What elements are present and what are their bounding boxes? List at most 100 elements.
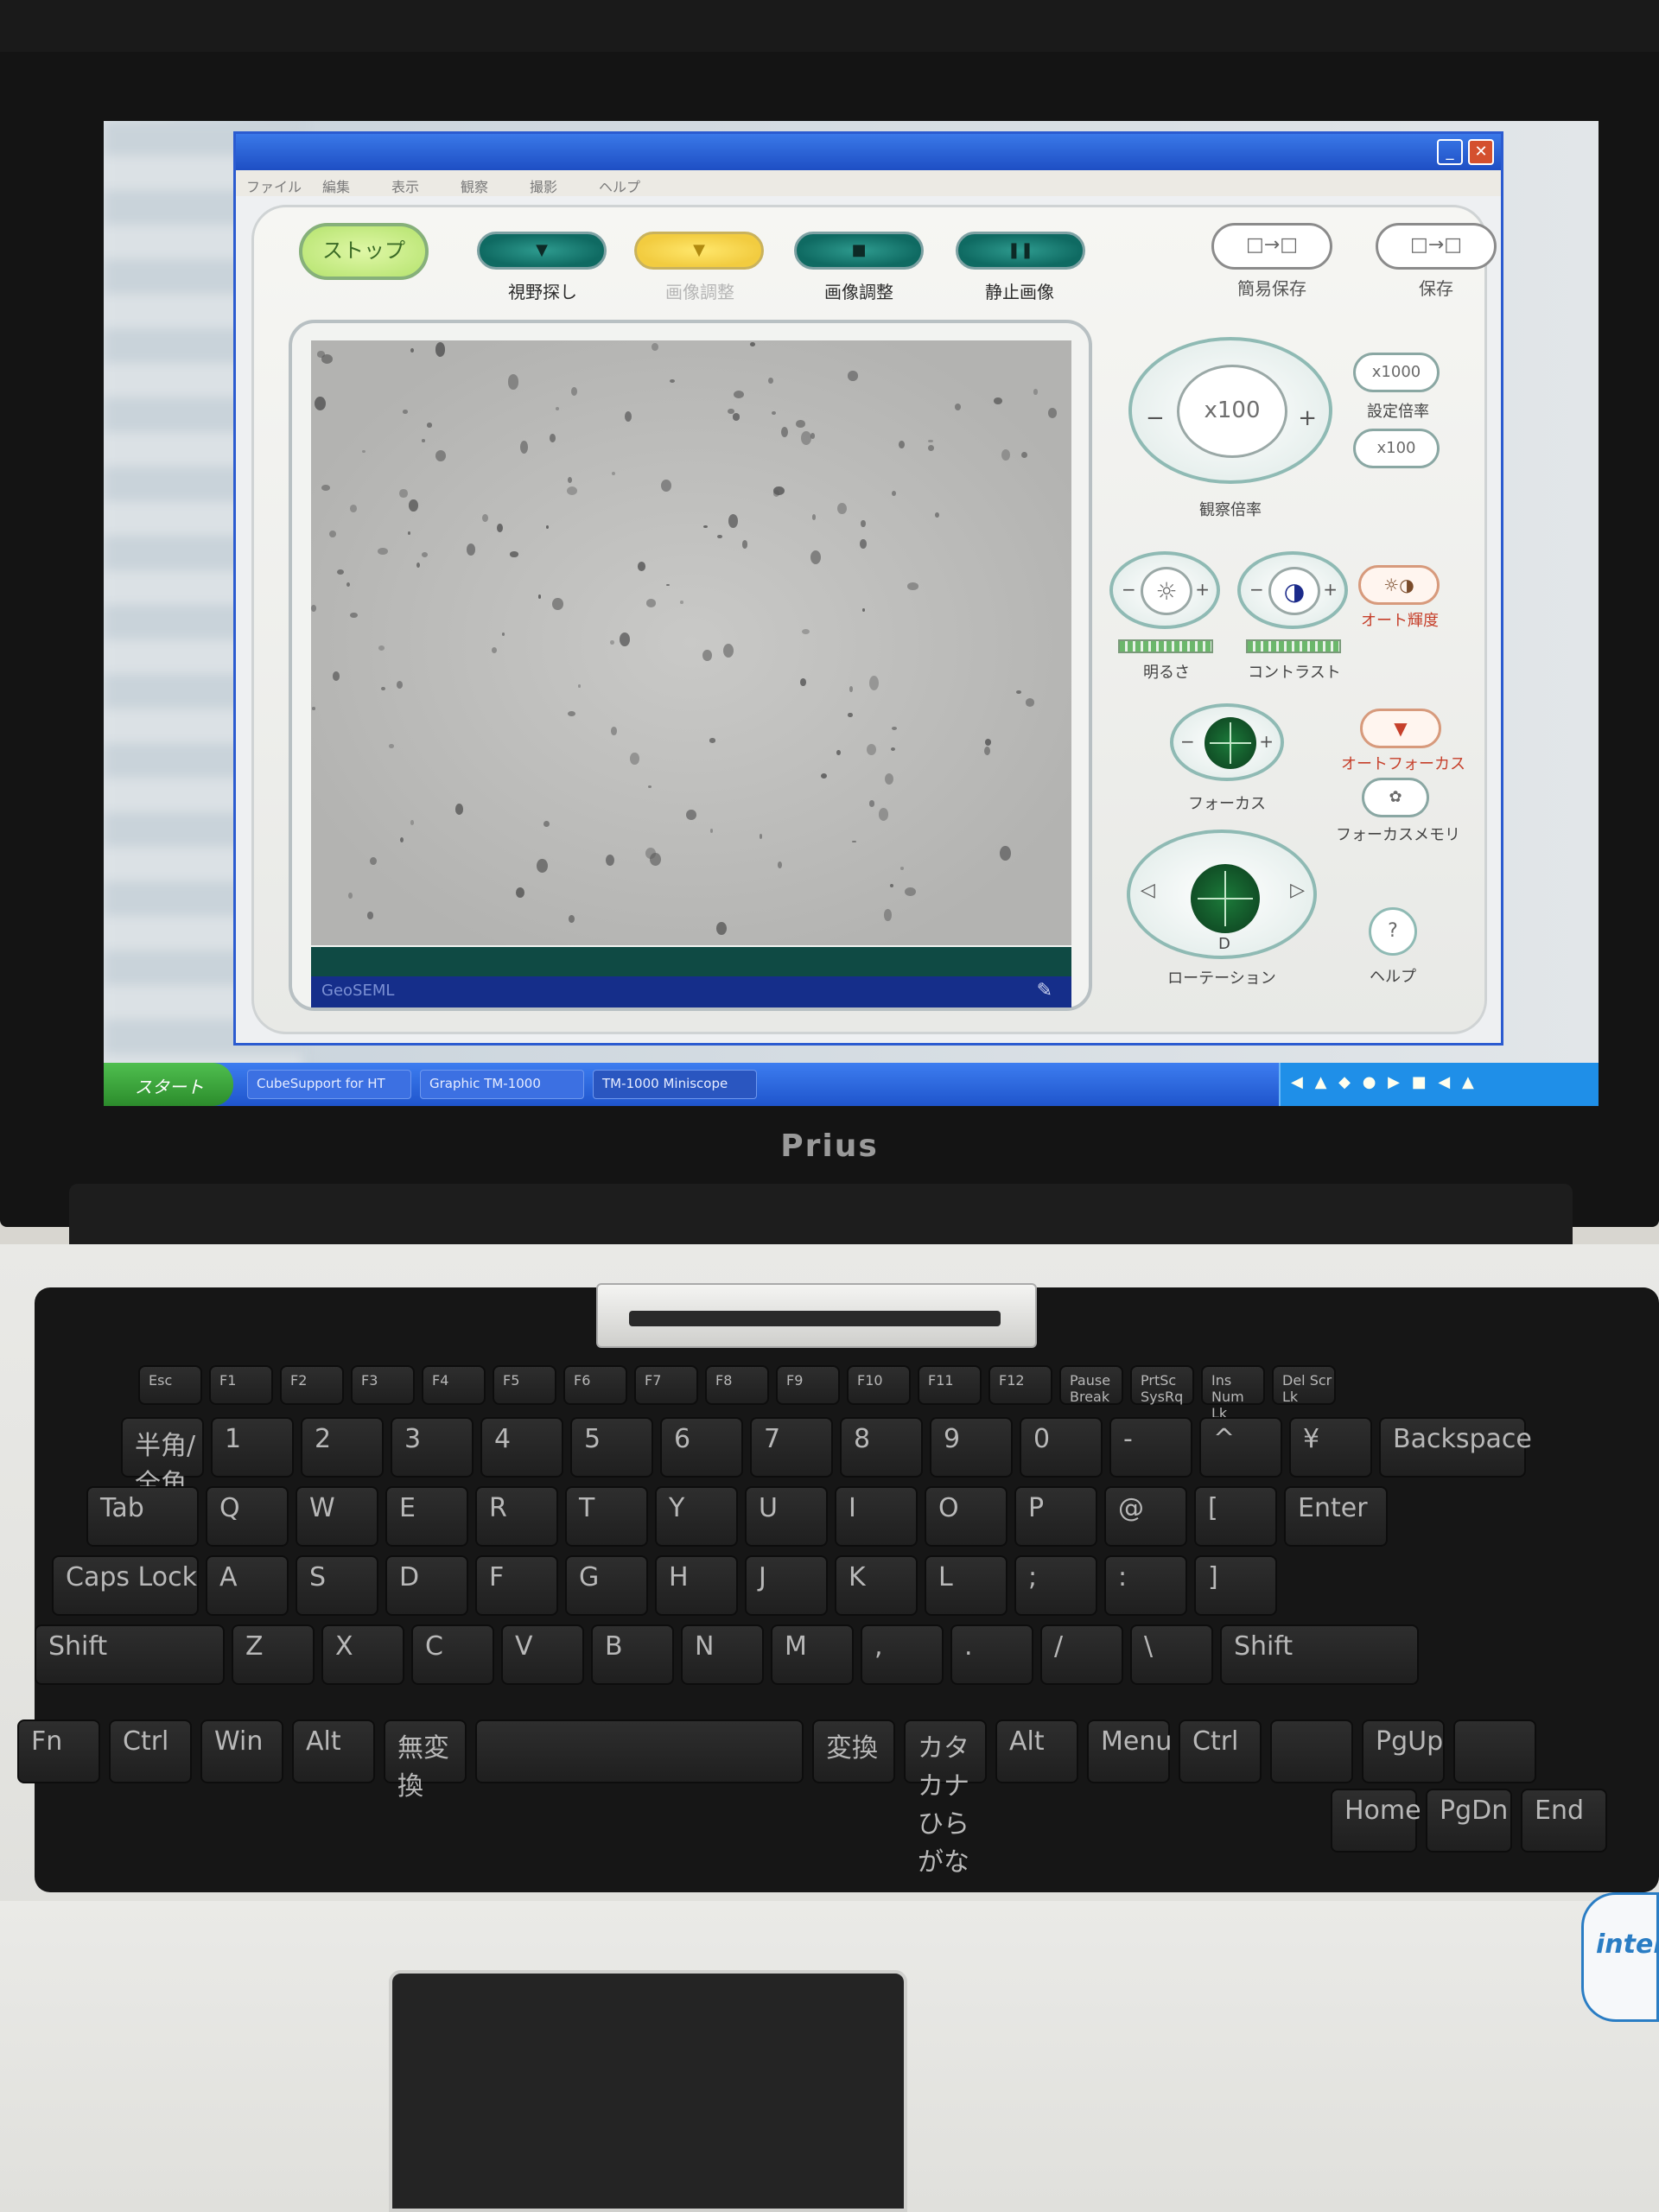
- save-button[interactable]: □→□: [1376, 223, 1497, 270]
- keyboard-key[interactable]: Alt: [995, 1719, 1078, 1783]
- plus-icon[interactable]: +: [1298, 405, 1317, 431]
- rotation-dial[interactable]: ◁ ▷ D: [1127, 830, 1317, 959]
- keyboard-key[interactable]: Home: [1331, 1789, 1421, 1853]
- keyboard-key[interactable]: 9: [930, 1417, 1013, 1478]
- keyboard-key[interactable]: [475, 1719, 804, 1783]
- menu-item[interactable]: 表示: [391, 175, 419, 196]
- keyboard-key[interactable]: Y: [655, 1486, 738, 1547]
- keyboard-key[interactable]: 変換: [812, 1719, 895, 1783]
- keyboard-key[interactable]: F2: [280, 1365, 344, 1405]
- keyboard-key[interactable]: K: [835, 1555, 918, 1616]
- taskbar-item[interactable]: CubeSupport for HT: [247, 1070, 411, 1099]
- preset-x100-button[interactable]: x100: [1353, 429, 1440, 468]
- keyboard-key[interactable]: 4: [480, 1417, 563, 1478]
- keyboard-key[interactable]: F7: [634, 1365, 698, 1405]
- keyboard-key[interactable]: Alt: [292, 1719, 375, 1783]
- keyboard-key[interactable]: P: [1014, 1486, 1097, 1547]
- keyboard-key[interactable]: ]: [1194, 1555, 1277, 1616]
- keyboard-key[interactable]: I: [835, 1486, 918, 1547]
- keyboard-key[interactable]: F6: [563, 1365, 627, 1405]
- keyboard-key[interactable]: Win: [200, 1719, 283, 1783]
- auto-adjust-button[interactable]: ☼◑: [1358, 565, 1440, 605]
- keyboard-key[interactable]: V: [501, 1624, 584, 1685]
- minus-icon[interactable]: −: [1249, 579, 1264, 600]
- keyboard-key[interactable]: T: [565, 1486, 648, 1547]
- touchpad[interactable]: [389, 1970, 907, 2212]
- keyboard-key[interactable]: W: [296, 1486, 378, 1547]
- field-search-button[interactable]: ▼: [477, 232, 607, 270]
- menu-item[interactable]: 編集: [322, 175, 350, 196]
- plus-icon[interactable]: +: [1259, 731, 1274, 752]
- keyboard-key[interactable]: B: [591, 1624, 674, 1685]
- keyboard-key[interactable]: Menu: [1087, 1719, 1172, 1783]
- keyboard-key[interactable]: -: [1109, 1417, 1192, 1478]
- keyboard-key[interactable]: 半角/全角: [121, 1417, 204, 1499]
- focus-memory-button[interactable]: ✿: [1362, 778, 1429, 817]
- keyboard-key[interactable]: :: [1104, 1555, 1187, 1616]
- keyboard-key[interactable]: F8: [705, 1365, 769, 1405]
- keyboard-key[interactable]: Ctrl: [1179, 1719, 1262, 1783]
- minus-icon[interactable]: −: [1122, 579, 1136, 600]
- rotate-right-icon[interactable]: ▷: [1290, 880, 1305, 901]
- keyboard-key[interactable]: カタカナ ひらがな: [904, 1719, 987, 1878]
- menu-item[interactable]: ファイル: [246, 175, 302, 196]
- image-adjust-button[interactable]: ■: [794, 232, 924, 270]
- keyboard-key[interactable]: 3: [391, 1417, 474, 1478]
- keyboard-key[interactable]: 8: [840, 1417, 923, 1478]
- menu-item[interactable]: 観察: [461, 175, 488, 196]
- keyboard-key[interactable]: 無変換: [384, 1719, 467, 1802]
- quick-save-button[interactable]: □→□: [1211, 223, 1332, 270]
- rotate-left-icon[interactable]: ◁: [1141, 880, 1155, 901]
- keyboard-key[interactable]: F11: [918, 1365, 982, 1405]
- minimize-button[interactable]: _: [1437, 139, 1463, 165]
- auto-focus-button[interactable]: ▼: [1360, 709, 1441, 748]
- keyboard-key[interactable]: A: [206, 1555, 289, 1616]
- keyboard-key[interactable]: U: [745, 1486, 828, 1547]
- keyboard-key[interactable]: Ctrl: [109, 1719, 192, 1783]
- keyboard-key[interactable]: Shift: [35, 1624, 225, 1685]
- close-button[interactable]: ✕: [1468, 139, 1494, 165]
- keyboard-key[interactable]: PgDn: [1426, 1789, 1512, 1853]
- keyboard-key[interactable]: [1453, 1719, 1536, 1783]
- keyboard-key[interactable]: .: [950, 1624, 1033, 1685]
- microscope-image[interactable]: [311, 340, 1071, 945]
- keyboard-key[interactable]: PrtSc SysRq: [1130, 1365, 1194, 1405]
- start-button[interactable]: スタート: [104, 1063, 233, 1106]
- keyboard-key[interactable]: S: [296, 1555, 378, 1616]
- keyboard-key[interactable]: Enter: [1284, 1486, 1388, 1547]
- keyboard-key[interactable]: @: [1104, 1486, 1187, 1547]
- keyboard-key[interactable]: Tab: [86, 1486, 199, 1547]
- menu-item[interactable]: ヘルプ: [599, 175, 640, 196]
- keyboard-key[interactable]: F10: [847, 1365, 911, 1405]
- keyboard-key[interactable]: L: [925, 1555, 1007, 1616]
- keyboard-key[interactable]: J: [745, 1555, 828, 1616]
- keyboard-key[interactable]: F3: [351, 1365, 415, 1405]
- keyboard-key[interactable]: F5: [493, 1365, 556, 1405]
- menu-item[interactable]: 撮影: [530, 175, 557, 196]
- keyboard-key[interactable]: \: [1130, 1624, 1213, 1685]
- keyboard-key[interactable]: 5: [570, 1417, 653, 1478]
- keyboard-key[interactable]: Shift: [1220, 1624, 1419, 1685]
- keyboard-key[interactable]: ;: [1014, 1555, 1097, 1616]
- keyboard-key[interactable]: Esc: [138, 1365, 202, 1405]
- keyboard-key[interactable]: M: [771, 1624, 854, 1685]
- title-bar[interactable]: _ ✕: [236, 134, 1501, 170]
- keyboard-key[interactable]: 2: [301, 1417, 384, 1478]
- keyboard-key[interactable]: G: [565, 1555, 648, 1616]
- magnification-dial[interactable]: − x100 +: [1128, 337, 1332, 484]
- keyboard-key[interactable]: F4: [422, 1365, 486, 1405]
- taskbar-item-active[interactable]: TM-1000 Miniscope: [593, 1070, 757, 1099]
- brightness-dial[interactable]: − ☼ +: [1109, 551, 1220, 629]
- keyboard-key[interactable]: 1: [211, 1417, 294, 1478]
- keyboard-key[interactable]: 0: [1020, 1417, 1103, 1478]
- minus-icon[interactable]: −: [1180, 731, 1195, 752]
- keyboard-key[interactable]: R: [475, 1486, 558, 1547]
- keyboard-key[interactable]: F9: [776, 1365, 840, 1405]
- keyboard-key[interactable]: H: [655, 1555, 738, 1616]
- keyboard-key[interactable]: [: [1194, 1486, 1277, 1547]
- help-button[interactable]: ?: [1369, 907, 1417, 956]
- keyboard-key[interactable]: O: [925, 1486, 1007, 1547]
- keyboard-key[interactable]: F1: [209, 1365, 273, 1405]
- plus-icon[interactable]: +: [1195, 579, 1210, 600]
- keyboard-key[interactable]: X: [321, 1624, 404, 1685]
